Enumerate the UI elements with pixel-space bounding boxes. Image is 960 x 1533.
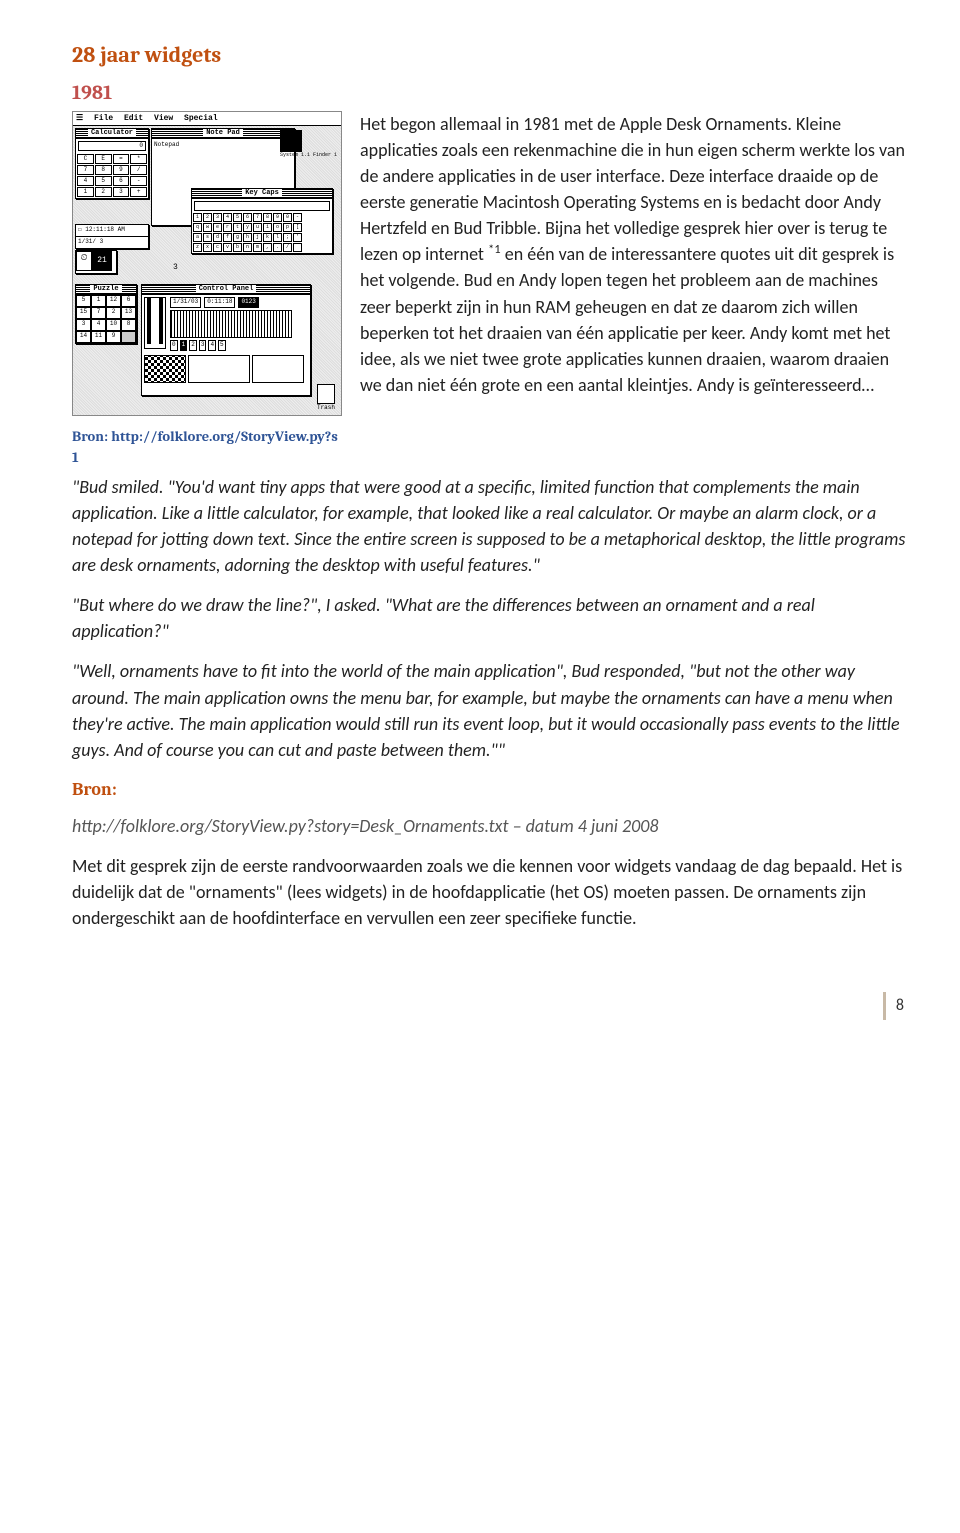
cp-slider <box>144 297 166 349</box>
cp-misc <box>252 355 304 383</box>
notepad-inner: Notepad <box>152 139 294 152</box>
page-footer: 8 <box>72 991 910 1019</box>
clock-date: 1/31/ 3 <box>76 237 148 248</box>
puzzle-title: Puzzle <box>90 285 121 293</box>
calculator-title: Calculator <box>88 129 136 137</box>
figure-caption: Bron: http://folklore.org/StoryView.py?s… <box>72 426 342 468</box>
cp-pattern <box>144 355 186 383</box>
bron-heading: Bron: <box>72 777 910 803</box>
year-heading: 1981 <box>72 78 910 107</box>
quote-1: "Bud smiled. "You'd want tiny apps that … <box>72 474 910 578</box>
footnote-ref: *1 <box>488 242 501 257</box>
menu-special: Special <box>184 114 218 123</box>
page-title: 28 jaar widgets <box>72 40 910 72</box>
date-widget: ⏲21 <box>75 250 117 274</box>
calculator-window: Calculator 0 CE=* 789/ 456- 123+ <box>75 128 149 199</box>
calculator-display: 0 <box>78 141 146 151</box>
control-panel-window: Control Panel 1/31/03 0:11:18 0123 <box>141 284 311 396</box>
clock-window: ☐ 12:11:18 AM 1/31/ 3 <box>75 224 149 248</box>
paragraph-conclusion: Met dit gesprek zijn de eerste randvoorw… <box>72 853 910 931</box>
system-label: System 1.1 Finder 1 <box>280 152 337 159</box>
quote-2: "But where do we draw the line?", I aske… <box>72 592 910 644</box>
puzzle-window: Puzzle 51126 157213 34108 14119 <box>75 284 137 344</box>
control-panel-title: Control Panel <box>196 285 257 293</box>
trash-label: Trash <box>317 404 335 413</box>
small-number: 3 <box>173 262 178 274</box>
quote-3: "Well, ornaments have to fit into the wo… <box>72 658 910 762</box>
menu-view: View <box>154 114 173 123</box>
calculator-keys: CE=* 789/ 456- 123+ <box>76 153 148 198</box>
menu-edit: Edit <box>124 114 143 123</box>
page-number: 8 <box>883 992 910 1019</box>
puzzle-grid: 51126 157213 34108 14119 <box>76 295 136 343</box>
source-link: http://folklore.org/StoryView.py?story=D… <box>72 813 910 839</box>
keycaps-window: Key Caps 1234567890- qwertyuiop[ asdfghj… <box>191 188 333 254</box>
cp-mouse <box>188 355 250 383</box>
menu-file: File <box>94 114 113 123</box>
notepad-title: Note Pad <box>203 129 243 137</box>
keycaps-title: Key Caps <box>242 189 282 197</box>
cp-keyboard <box>170 310 292 338</box>
cp-date: 1/31/03 <box>170 297 201 308</box>
disk-icon: System 1.1 Finder 1 <box>280 130 337 159</box>
mac-desktop: Calculator 0 CE=* 789/ 456- 123+ Note Pa… <box>73 126 341 415</box>
p1-b: en één van de interessantere quotes uit … <box>360 243 894 395</box>
cp-time: 0:11:18 <box>204 297 235 308</box>
figure-block: ☰ File Edit View Special Calculator 0 CE… <box>72 111 342 468</box>
clock-time: 12:11:18 AM <box>85 226 125 233</box>
trash-icon: Trash <box>317 384 335 413</box>
keycaps-display <box>194 201 330 211</box>
mac-menubar: ☰ File Edit View Special <box>73 112 341 127</box>
apple-menu-icon: ☰ <box>76 114 83 123</box>
mac-screenshot: ☰ File Edit View Special Calculator 0 CE… <box>72 111 342 416</box>
